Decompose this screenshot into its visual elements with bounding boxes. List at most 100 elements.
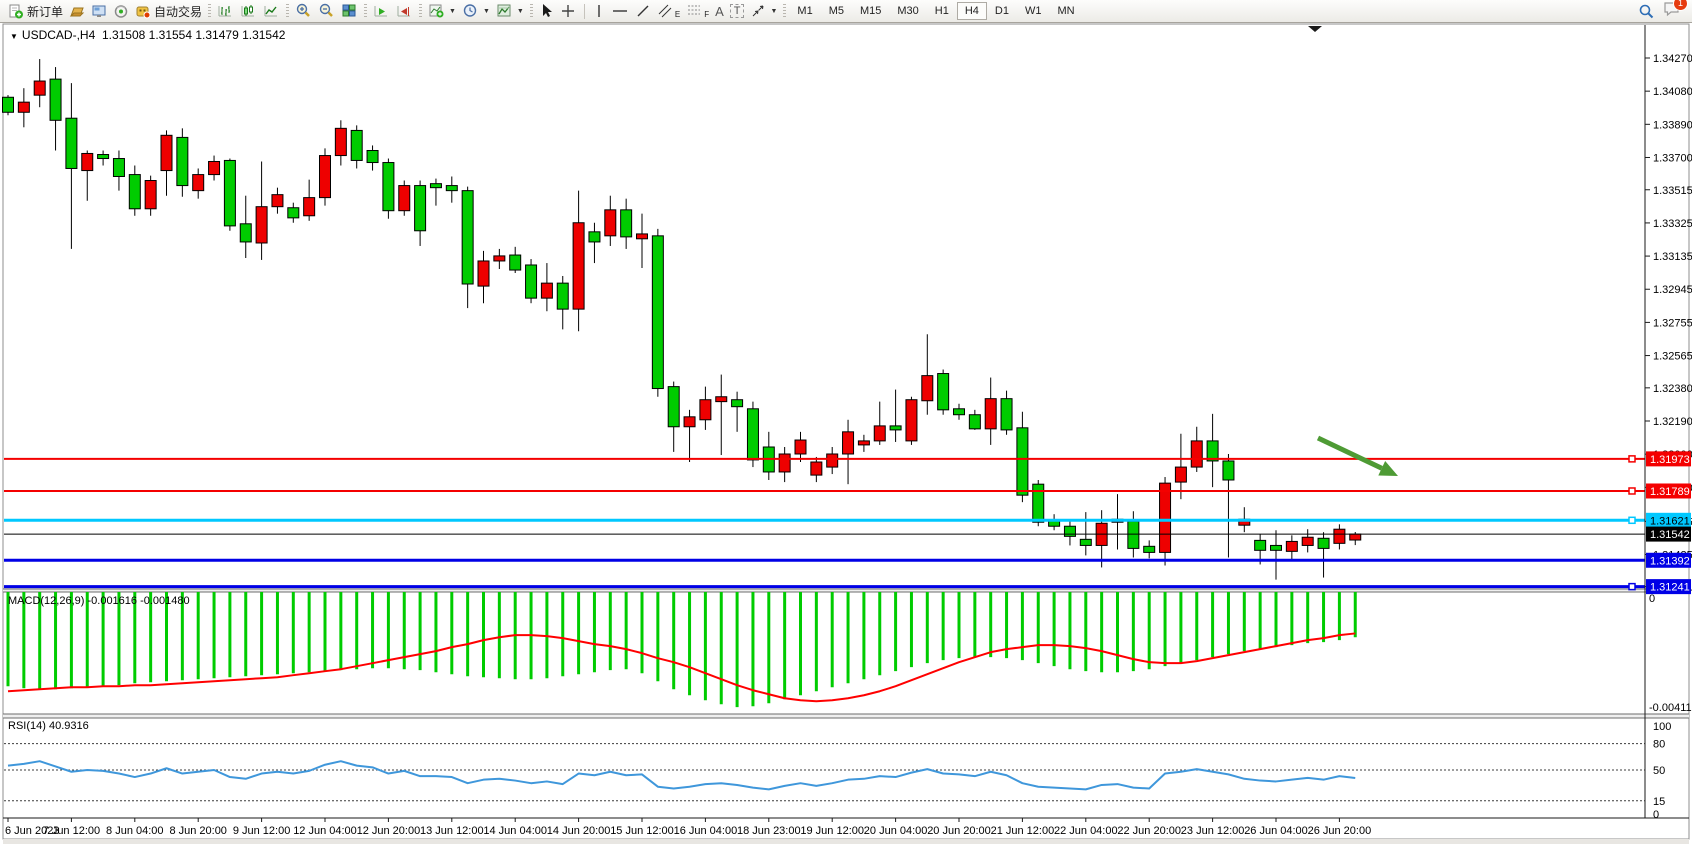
candle-down [1255, 540, 1266, 550]
chat-button[interactable]: 1 [1663, 1, 1681, 22]
timeframe-mn[interactable]: MN [1049, 2, 1082, 20]
time-tick-label: 20 Jun 20:00 [927, 825, 991, 837]
candle-up [161, 135, 172, 170]
vertical-line-button[interactable] [590, 1, 608, 21]
candle-up [811, 462, 822, 475]
price-tick-label: 1.32190 [1653, 416, 1692, 428]
text-label-button[interactable]: T [727, 1, 748, 21]
horizontal-line-icon [611, 3, 629, 19]
time-tick-label: 21 Jun 12:00 [991, 825, 1055, 837]
zoom-in-button[interactable] [292, 1, 315, 21]
profiles-button[interactable] [66, 1, 88, 21]
vertical-line-icon [593, 3, 605, 19]
candle-up [1191, 441, 1202, 467]
timeframe-m30[interactable]: M30 [889, 2, 926, 20]
templates-button[interactable]: ▼ [493, 1, 527, 21]
time-tick-label: 9 Jun 12:00 [233, 825, 291, 837]
resistance-line-lower-handle[interactable] [1629, 488, 1635, 494]
candle-up [272, 195, 283, 207]
candle-up [256, 207, 267, 243]
candle-down [177, 137, 188, 185]
timeframe-h1[interactable]: H1 [927, 2, 957, 20]
timeframe-m5[interactable]: M5 [821, 2, 852, 20]
support-line-blue-upper-price-label: 1.31392 [1650, 555, 1690, 567]
arrows-button[interactable]: ▼ [747, 1, 780, 21]
zoom-out-icon [318, 3, 335, 19]
main-toolbar: 新订单 自动交易 ▼ ▼ [0, 0, 1692, 23]
terminal-button[interactable] [88, 1, 110, 21]
time-tick-label: 12 Jun 20:00 [357, 825, 421, 837]
timeframe-m15[interactable]: M15 [852, 2, 889, 20]
chart-area[interactable]: 1.342701.340801.338901.337001.335151.333… [0, 0, 1692, 844]
candle-down [1001, 399, 1012, 430]
candle-up [478, 261, 489, 286]
time-tick-label: 26 Jun 20:00 [1308, 825, 1372, 837]
fibonacci-button[interactable]: F [683, 1, 712, 21]
text-button[interactable]: A [712, 1, 727, 21]
candle-up [82, 153, 93, 170]
chart-shift-button[interactable] [393, 1, 416, 21]
candle-down [351, 130, 362, 160]
horizontal-line-button[interactable] [608, 1, 632, 21]
timeframe-d1[interactable]: D1 [987, 2, 1017, 20]
candle-down [288, 208, 299, 218]
equidistant-channel-button[interactable]: E [654, 1, 683, 21]
bar-chart-button[interactable] [214, 1, 237, 21]
news-button[interactable] [110, 1, 132, 21]
candle-down [98, 155, 109, 159]
time-tick-label: 14 Jun 20:00 [547, 825, 611, 837]
indicators-button[interactable]: ▼ [425, 1, 459, 21]
tile-windows-button[interactable] [338, 1, 361, 21]
time-tick-label: 19 Jun 12:00 [800, 825, 864, 837]
candle-down [1080, 539, 1091, 545]
horizontal-scrollbar[interactable] [3, 839, 1689, 844]
price-tick-label: 1.32945 [1653, 284, 1692, 296]
candle-down [240, 224, 251, 242]
auto-trading-button[interactable]: 自动交易 [132, 1, 205, 21]
candle-down [1128, 521, 1139, 548]
resistance-line-upper-handle[interactable] [1629, 456, 1635, 462]
candle-up [843, 432, 854, 454]
toolbar-separator [783, 4, 786, 19]
periods-clock-icon [462, 3, 479, 19]
templates-icon [496, 3, 513, 19]
auto-scroll-icon [373, 3, 390, 19]
cursor-button[interactable] [536, 1, 557, 21]
auto-scroll-button[interactable] [370, 1, 393, 21]
candlestick-chart-icon [240, 3, 257, 19]
support-line-blue-lower-handle[interactable] [1629, 584, 1635, 590]
time-tick-label: 16 Jun 04:00 [674, 825, 738, 837]
periods-button[interactable]: ▼ [459, 1, 493, 21]
timeframe-m1[interactable]: M1 [789, 2, 820, 20]
zoom-out-button[interactable] [315, 1, 338, 21]
candle-down [938, 374, 949, 410]
rsi-axis-label: 100 [1653, 721, 1671, 733]
new-order-button[interactable]: 新订单 [5, 1, 66, 21]
timeframe-w1[interactable]: W1 [1017, 2, 1050, 20]
candle-up [541, 283, 552, 298]
candle-up [494, 256, 505, 261]
support-line-cyan-handle[interactable] [1629, 517, 1635, 523]
equidistant-channel-icon [657, 3, 675, 19]
text-icon: A [715, 4, 724, 19]
panel-divider[interactable] [3, 714, 1689, 718]
line-chart-button[interactable] [260, 1, 283, 21]
bar-chart-icon [217, 3, 234, 19]
trendline-button[interactable] [632, 1, 654, 21]
search-icon[interactable] [1638, 3, 1655, 20]
toolbar-separator [286, 4, 289, 19]
candlestick-chart-button[interactable] [237, 1, 260, 21]
price-tick-label: 1.34270 [1653, 53, 1692, 65]
line-chart-icon [263, 3, 280, 19]
candle-down [462, 191, 473, 284]
rsi-axis-label: 80 [1653, 739, 1665, 751]
time-tick-label: 8 Jun 20:00 [169, 825, 227, 837]
timeframe-h4[interactable]: H4 [957, 2, 987, 20]
auto-trading-icon [135, 4, 151, 19]
candle-up [399, 186, 410, 211]
crosshair-button[interactable] [557, 1, 579, 21]
candle-down [890, 426, 901, 430]
news-icon [113, 4, 129, 19]
chart-menu-arrow[interactable]: ▼ [10, 32, 18, 41]
candle-up [684, 417, 695, 427]
